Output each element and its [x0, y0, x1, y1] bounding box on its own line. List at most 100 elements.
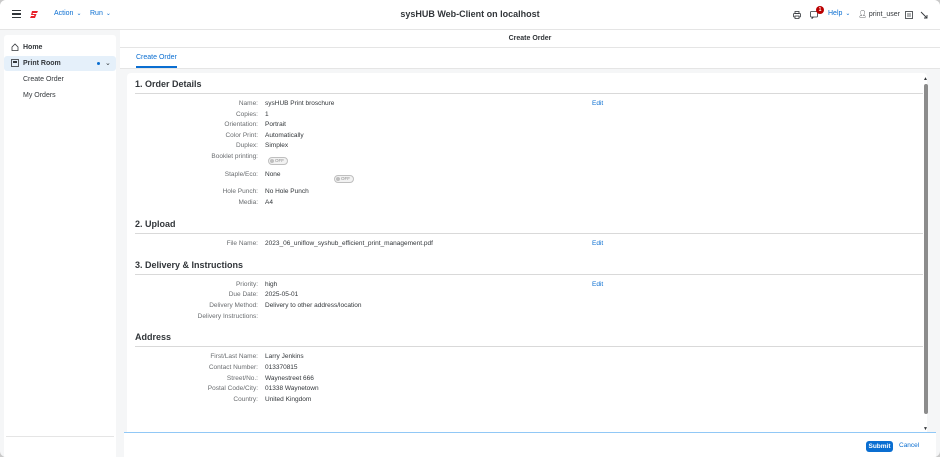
section-title-delivery: 3. Delivery & Instructions [135, 260, 244, 270]
report-icon[interactable] [905, 11, 913, 19]
page-title: Create Order [508, 35, 552, 42]
switch-label: OFF [341, 176, 350, 181]
field-label: Hole Punch: [222, 188, 258, 195]
home-icon [11, 43, 19, 51]
app-window: Action ⌄ Run ⌄ sysHUB Web-Client on localh… [0, 0, 940, 457]
field-value: Automatically [265, 132, 304, 139]
field-value: Simplex [265, 142, 289, 149]
field-label: Orientation: [224, 121, 258, 128]
help-menu[interactable]: Help ⌄ [828, 10, 850, 17]
switch-knob [336, 177, 340, 181]
cancel-button[interactable]: Cancel [899, 442, 919, 449]
switch-knob [270, 159, 274, 163]
help-label: Help [828, 10, 843, 17]
divider [135, 274, 923, 275]
hamburger-menu-icon[interactable] [12, 10, 21, 19]
scrollbar-thumb[interactable] [924, 84, 928, 414]
section-title-address: Address [135, 332, 172, 342]
field-label: Name: [238, 100, 258, 107]
divider [135, 233, 923, 234]
field-label: Contact Number: [208, 364, 258, 371]
field-contact-number: Contact Number: 013370815 [127, 364, 927, 374]
field-value: sysHUB Print broschure [265, 100, 335, 107]
field-priority: Priority: high [127, 281, 927, 291]
field-delivery-method: Delivery Method: Delivery to other addre… [127, 302, 927, 312]
field-first-last-name: First/Last Name: Larry Jenkins [127, 353, 927, 363]
divider [135, 93, 923, 94]
booklet-printing-switch: OFF [268, 157, 288, 165]
vertical-scrollbar[interactable]: ▲ ▼ [923, 76, 929, 436]
field-label: First/Last Name: [210, 353, 258, 360]
divider [6, 436, 114, 437]
sidebar-item-print-room[interactable]: Print Room ⌄ [4, 56, 116, 71]
field-value: Waynestreet 666 [265, 375, 314, 382]
field-label: Delivery Method: [209, 302, 258, 309]
main-content: Create Order Create Order 1. Order Detai… [120, 30, 940, 457]
field-label: Media: [238, 199, 258, 206]
field-value: 01338 Waynetown [265, 385, 319, 392]
field-name: Name: sysHUB Print broschure [127, 100, 927, 110]
status-dot [97, 62, 100, 65]
field-label: Copies: [235, 111, 258, 118]
field-value: Larry Jenkins [265, 353, 304, 360]
field-value: 2025-05-01 [265, 291, 299, 298]
user-menu[interactable]: 👤︎ print_user [858, 10, 900, 18]
staple-eco-switch: OFF [334, 175, 354, 183]
chevron-down-icon: ⌄ [845, 11, 851, 17]
field-staple-eco: Staple/Eco: None [127, 171, 927, 181]
printer-room-icon [11, 59, 19, 67]
sidebar-item-label: Print Room [23, 60, 61, 67]
tab-create-order[interactable]: Create Order [136, 54, 177, 68]
order-summary-panel: 1. Order Details Edit Name: sysHUB Print… [127, 73, 927, 441]
sidebar-item-label: Home [23, 44, 43, 51]
field-label: Booklet printing: [211, 153, 258, 160]
field-value: 2023_06_uniflow_syshub_efficient_print_m… [265, 240, 433, 247]
sidebar-item-create-order[interactable]: Create Order [4, 72, 116, 87]
sidebar-item-label: My Orders [23, 92, 56, 99]
app-logo-icon[interactable] [29, 9, 40, 20]
field-value: No Hole Punch [265, 188, 309, 195]
logout-icon[interactable] [920, 11, 928, 19]
chevron-down-icon: ⌄ [76, 11, 82, 17]
run-menu-label: Run [90, 10, 103, 17]
page-header: Create Order [120, 30, 940, 48]
field-value: A4 [265, 199, 273, 206]
field-hole-punch: Hole Punch: No Hole Punch [127, 188, 927, 198]
field-label: Street/No.: [226, 375, 258, 382]
field-label: Country: [233, 396, 258, 403]
sidebar-item-home[interactable]: Home [4, 40, 116, 55]
footer-toolbar: Submit Cancel [124, 432, 936, 457]
field-label: Priority: [235, 281, 258, 288]
field-value: Delivery to other address/location [265, 302, 362, 309]
field-media: Media: A4 [127, 199, 927, 209]
action-menu[interactable]: Action ⌄ [54, 10, 82, 17]
field-street: Street/No.: Waynestreet 666 [127, 375, 927, 385]
printer-icon[interactable] [793, 11, 801, 19]
sidebar-item-my-orders[interactable]: My Orders [4, 88, 116, 103]
action-menu-label: Action [54, 10, 74, 17]
field-value: 1 [265, 111, 269, 118]
field-value: United Kingdom [265, 396, 312, 403]
section-title-order-details: 1. Order Details [135, 79, 202, 89]
sidebar-item-label: Create Order [23, 76, 64, 83]
section-title-upload: 2. Upload [135, 219, 176, 229]
run-menu[interactable]: Run ⌄ [90, 10, 111, 17]
field-label: Postal Code/City: [207, 385, 258, 392]
field-file-name: File Name: 2023_06_uniflow_syshub_effici… [127, 240, 927, 250]
field-value: None [265, 171, 281, 178]
chevron-down-icon: ⌄ [105, 11, 111, 17]
switch-label: OFF [275, 158, 284, 163]
field-copies: Copies: 1 [127, 111, 927, 121]
field-label: File Name: [226, 240, 258, 247]
chevron-down-icon[interactable]: ⌄ [105, 59, 111, 67]
submit-button[interactable]: Submit [866, 441, 893, 452]
user-icon: 👤︎ [858, 11, 867, 18]
tab-bar: Create Order [120, 48, 940, 69]
field-orientation: Orientation: Portrait [127, 121, 927, 131]
field-booklet-printing: Booklet printing: [127, 153, 927, 163]
field-color-print: Color Print: Automatically [127, 132, 927, 142]
scroll-up-icon[interactable]: ▲ [923, 76, 928, 82]
user-name: print_user [868, 11, 900, 18]
field-label: Color Print: [225, 132, 258, 139]
field-delivery-instructions: Delivery Instructions: [127, 313, 927, 323]
